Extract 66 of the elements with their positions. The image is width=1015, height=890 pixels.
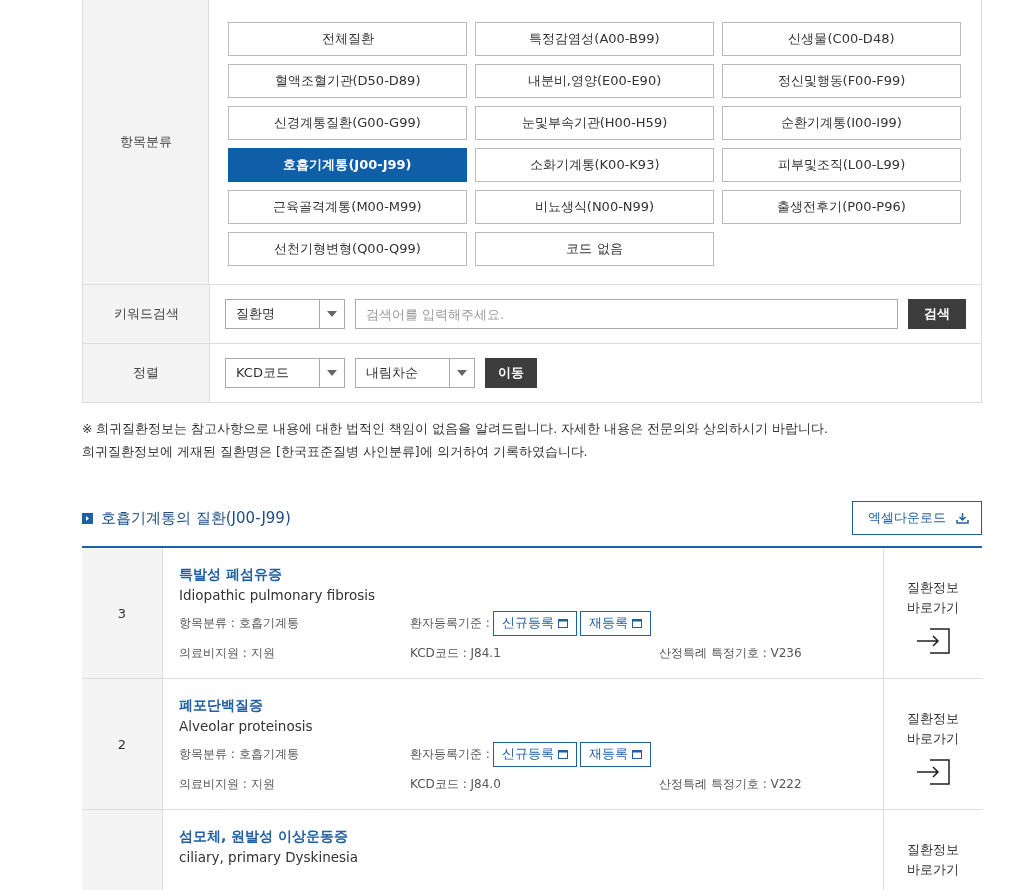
disease-english-name: Alveolar proteinosis [179,717,314,736]
section-title: 호흡기계통의 질환(J00-J99) [101,508,291,528]
category-button[interactable]: 눈및부속기관(H00-H59) [475,106,714,140]
category-button[interactable]: 특정감염성(A00-B99) [475,22,714,56]
number-cell: 2 [82,679,163,809]
download-icon [956,512,969,524]
disease-info-link[interactable]: 질환정보 바로가기 [903,840,963,880]
filter-label: 정렬 [83,344,210,402]
popup-icon [557,619,568,628]
registration-label: 환자등록기준 : [410,615,490,632]
registration-button[interactable]: 신규등록 [492,742,577,767]
category-button[interactable]: 코드 없음 [475,232,714,266]
registration-button[interactable]: 재등록 [579,742,651,767]
support-text: 의료비지원 : 지원 [179,775,276,793]
category-button[interactable]: 정신및행동(F00-F99) [722,64,961,98]
caret-icon [457,370,467,376]
caret-icon [327,370,337,376]
registration-label: 환자등록기준 : [410,746,490,763]
disease-name-link[interactable]: 특발성 폐섬유증 [179,563,282,585]
category-text: 항목분류 : 호흡기계통 [179,746,300,763]
search-type-dropdown[interactable]: 질환명 [225,299,345,329]
category-button[interactable]: 비뇨생식(N00-N99) [475,190,714,224]
special-code-text: 산정특례 특정기호 : V222 [659,775,802,793]
number-cell: 3 [82,548,163,678]
bullet-icon [82,512,93,524]
disease-info-link[interactable]: 질환정보 바로가기 [903,578,963,618]
disease-name-link[interactable]: 섬모체, 원발성 이상운동증 [179,825,349,847]
disease-info-link[interactable]: 질환정보 바로가기 [903,709,963,749]
popup-icon [557,750,568,759]
sort-dropdown[interactable]: 내림차순 [355,358,475,388]
category-button[interactable]: 피부및조직(L00-L99) [722,148,961,182]
category-button[interactable]: 호흡기계통(J00-J99) [228,148,467,182]
notice-text: ※ 희귀질환정보는 참고사항으로 내용에 대한 법적인 책임이 없음을 알려드립니다. 자세한 내용은 전문의와 상의하시기 바랍니다. [82,420,830,438]
kcd-code-text: KCD코드 : J84.0 [410,775,502,793]
category-button[interactable]: 내분비,영양(E00-E90) [475,64,714,98]
category-button[interactable]: 순환기계통(I00-I99) [722,106,961,140]
disease-name-link[interactable]: 폐포단백질증 [179,694,263,716]
search-button[interactable]: 검색 [908,299,966,329]
notice-text: 희귀질환정보에 게재된 질환명은 [한국표준질병 사인분류]에 의거하여 기록하였습니다. [82,443,589,461]
enter-icon[interactable] [916,759,950,785]
category-button[interactable]: 신경계통질환(G00-G99) [228,106,467,140]
disease-english-name: ciliary, primary Dyskinesia [179,848,360,867]
category-button[interactable]: 소화기계통(K00-K93) [475,148,714,182]
special-code-text: 산정특례 특정기호 : V236 [659,644,802,662]
kcd-code-text: KCD코드 : J84.1 [410,644,502,662]
category-button[interactable]: 혈액조혈기관(D50-D89) [228,64,467,98]
category-text: 항목분류 : 호흡기계통 [179,615,300,632]
move-button[interactable]: 이동 [485,358,537,388]
excel-download-button[interactable]: 엑셀다운로드 [852,501,982,535]
registration-button[interactable]: 재등록 [579,611,651,636]
filter-label: 항목분류 [83,0,209,284]
category-button[interactable]: 근육골격계통(M00-M99) [228,190,467,224]
category-button[interactable]: 신생물(C00-D48) [722,22,961,56]
disease-english-name: Idiopathic pulmonary fibrosis [179,586,377,605]
sort-dropdown[interactable]: KCD코드 [225,358,345,388]
popup-icon [631,750,642,759]
filter-label: 키워드검색 [83,285,210,343]
support-text: 의료비지원 : 지원 [179,644,276,662]
caret-icon [327,311,337,317]
popup-icon [631,619,642,628]
search-field[interactable]: 검색어를 입력해주세요. [355,299,898,329]
category-button[interactable]: 출생전후기(P00-P96) [722,190,961,224]
registration-button[interactable]: 신규등록 [492,611,577,636]
category-button[interactable]: 선천기형변형(Q00-Q99) [228,232,467,266]
category-button[interactable]: 전체질환 [228,22,467,56]
enter-icon[interactable] [916,628,950,654]
